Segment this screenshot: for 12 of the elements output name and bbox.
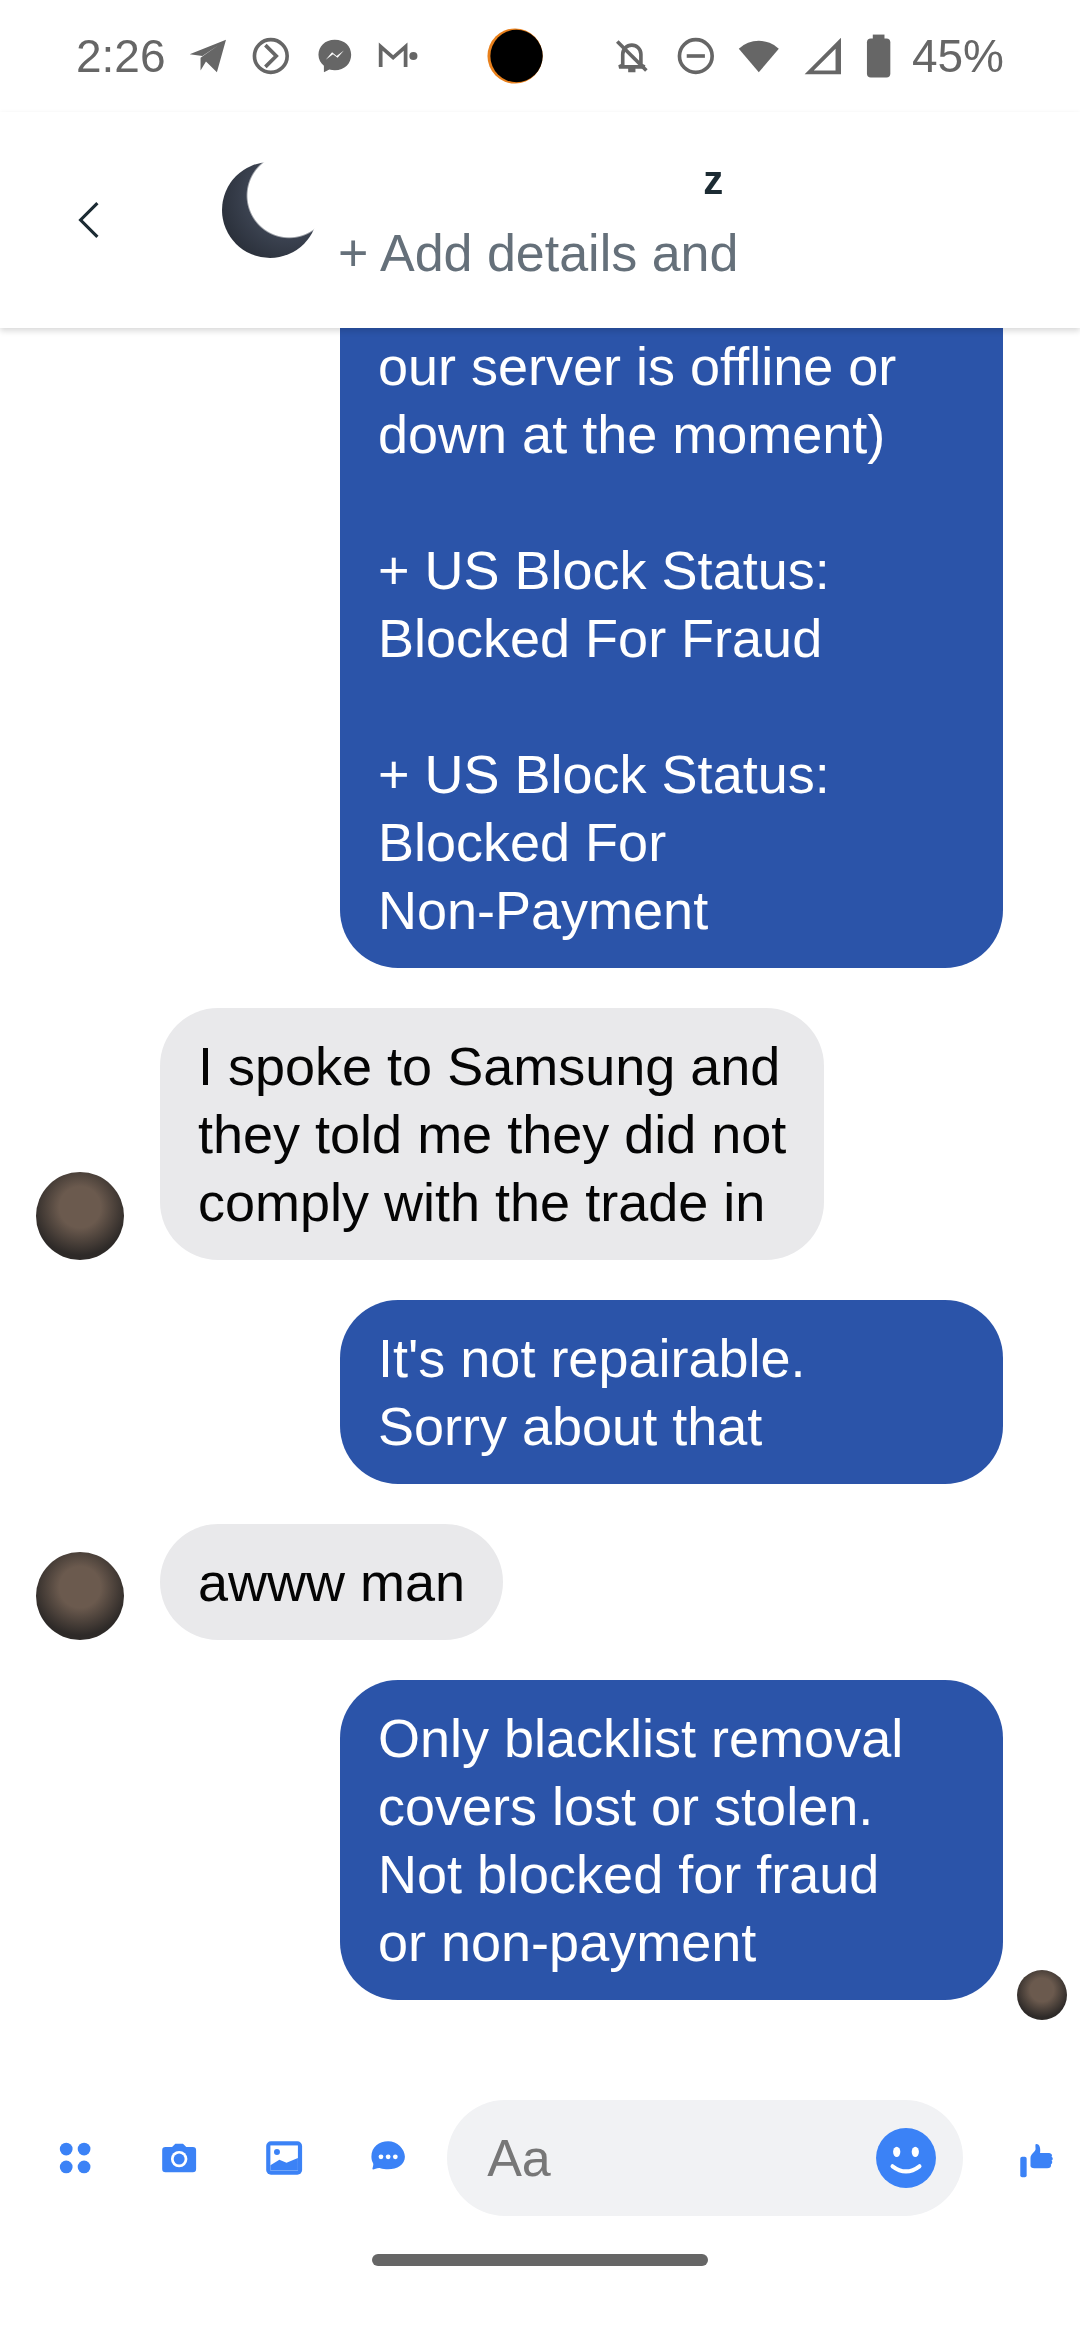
message-bubble: our server is offline or down at the moment) + US Block Status: Blocked For Fraud + US Block Status: Blocked For Non-Payment — [340, 328, 1003, 968]
add-details-link[interactable]: + Add details and — [338, 222, 739, 283]
message-bubble: Only blacklist removal covers lost or stolen. Not blocked for fraud or non-payment — [340, 1680, 1003, 2000]
status-time: 2:26 — [76, 29, 166, 83]
battery-percent: 45% — [911, 29, 1005, 83]
contact-name: z — [703, 157, 724, 203]
emoji-icon[interactable] — [875, 2127, 938, 2189]
message-bubble: awww man — [160, 1524, 504, 1640]
message-bubble: It's not repairable. Sorry about that — [340, 1300, 1003, 1484]
message-bubble: I spoke to Samsung and they told me they did not comply with the trade in — [160, 1008, 825, 1260]
message-field[interactable]: Aa — [447, 2100, 964, 2216]
battery-icon — [864, 32, 892, 80]
